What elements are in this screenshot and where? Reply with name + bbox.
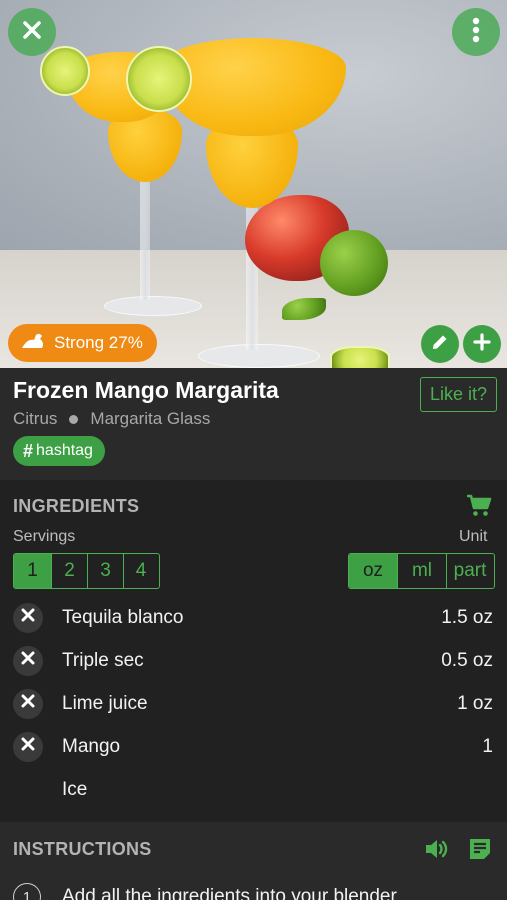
remove-ingredient-button[interactable] <box>13 688 43 719</box>
unit-option-ml[interactable]: ml <box>397 554 446 588</box>
hashtag-label: hashtag <box>36 442 93 459</box>
unit-selector[interactable]: oz ml part <box>348 553 495 589</box>
like-button[interactable]: Like it? <box>420 377 497 412</box>
recipe-meta: Citrus Margarita Glass <box>13 409 210 429</box>
ingredient-row: Ice <box>0 768 507 811</box>
meta-separator <box>69 414 79 424</box>
servings-option-1[interactable]: 1 <box>14 554 51 588</box>
servings-option-2[interactable]: 2 <box>51 554 87 588</box>
ingredients-heading: INGREDIENTS <box>13 496 140 516</box>
recipe-title: Frozen Mango Margarita <box>13 377 279 403</box>
lime-wedge-left <box>40 46 90 96</box>
hashtag-chip[interactable]: # hashtag <box>13 436 105 466</box>
servings-selector[interactable]: 1 2 3 4 <box>13 553 160 589</box>
servings-label: Servings <box>13 528 76 545</box>
step-number: 1 <box>13 883 41 900</box>
notes-icon[interactable] <box>468 837 492 866</box>
whole-lime <box>320 230 388 296</box>
servings-option-3[interactable]: 3 <box>87 554 123 588</box>
close-icon <box>21 608 35 627</box>
recipe-glass: Margarita Glass <box>90 409 211 428</box>
glass-stem-left <box>140 178 150 300</box>
add-button[interactable] <box>463 325 501 363</box>
more-vertical-icon <box>472 17 480 48</box>
close-button[interactable] <box>8 8 56 56</box>
plus-icon <box>472 332 492 357</box>
lime-slice-bottom <box>330 346 390 368</box>
strength-badge: Strong 27% <box>8 324 157 362</box>
servings-option-4[interactable]: 4 <box>123 554 158 588</box>
glass-base-left <box>104 296 202 316</box>
remove-ingredient-button[interactable] <box>13 645 43 676</box>
unit-option-part[interactable]: part <box>446 554 493 588</box>
unit-option-oz[interactable]: oz <box>349 554 397 588</box>
ingredient-row: Mango 1 <box>0 725 507 768</box>
cart-icon[interactable] <box>466 494 492 523</box>
ingredient-amount: 1 <box>482 735 493 757</box>
hash-icon: # <box>23 440 34 461</box>
ingredient-amount: 1 oz <box>457 692 493 714</box>
ingredient-name: Mango <box>62 735 121 757</box>
remove-ingredient-button[interactable] <box>13 731 43 762</box>
more-options-button[interactable] <box>452 8 500 56</box>
ingredient-amount: 0.5 oz <box>441 649 493 671</box>
strength-arm-icon <box>20 331 46 356</box>
lime-wedge-right <box>126 46 192 112</box>
strength-label: Strong 27% <box>54 333 143 352</box>
cocktail-photo <box>0 0 507 368</box>
instruction-step: 1 Add all the ingredients into your blen… <box>13 883 397 900</box>
ingredient-row: Triple sec 0.5 oz <box>0 639 507 682</box>
close-icon <box>21 651 35 670</box>
ingredient-row: Lime juice 1 oz <box>0 682 507 725</box>
edit-button[interactable] <box>421 325 459 363</box>
close-icon <box>21 19 43 46</box>
ingredient-name: Lime juice <box>62 692 148 714</box>
close-icon <box>21 737 35 756</box>
close-icon <box>21 694 35 713</box>
ingredient-name: Triple sec <box>62 649 144 671</box>
ingredient-name: Tequila blanco <box>62 606 184 628</box>
remove-ingredient-button[interactable] <box>13 602 43 633</box>
step-text: Add all the ingredients into your blende… <box>62 886 397 900</box>
unit-label: Unit <box>459 528 488 545</box>
ingredient-row: Tequila blanco 1.5 oz <box>0 596 507 639</box>
instructions-heading: INSTRUCTIONS <box>13 839 152 859</box>
ingredient-name: Ice <box>62 778 88 800</box>
ingredient-amount: 1.5 oz <box>441 606 493 628</box>
glass-base-right <box>198 344 320 368</box>
recipe-category: Citrus <box>13 409 58 428</box>
pencil-icon <box>430 332 450 357</box>
speaker-icon[interactable] <box>424 837 450 866</box>
